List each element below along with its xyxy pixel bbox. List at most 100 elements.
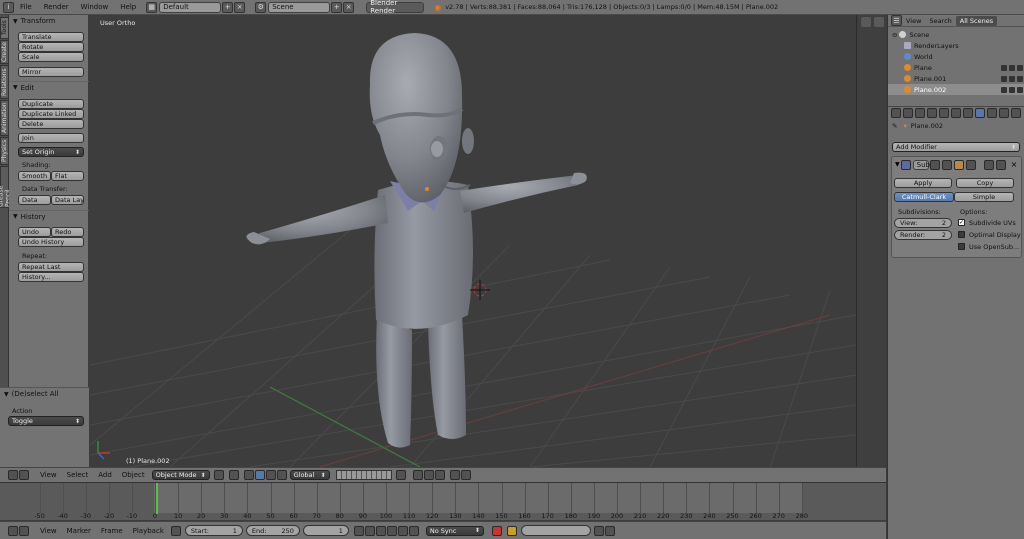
manipulator-icon[interactable] <box>243 470 254 480</box>
outliner-item-plane-002[interactable]: Plane.002 <box>888 84 1024 95</box>
apply-button[interactable]: Apply <box>894 178 952 188</box>
tab-physics[interactable]: Physics <box>0 137 9 165</box>
menu-file[interactable]: File <box>14 3 38 11</box>
join-button[interactable]: Join <box>18 133 84 143</box>
tab-tools[interactable]: Tools <box>0 17 9 39</box>
visibility-icons[interactable] <box>1001 75 1023 82</box>
screen-layout-field[interactable]: Default <box>159 1 222 13</box>
insert-keyframe-icon[interactable] <box>593 525 604 536</box>
outliner-item-world[interactable]: World <box>888 51 1024 62</box>
end-frame-field[interactable]: End: 250 <box>245 525 300 536</box>
redo-button[interactable]: Redo <box>51 227 84 237</box>
history-panel-header[interactable]: ▼ History <box>9 210 89 222</box>
outliner-item-renderlayers[interactable]: RenderLayers <box>888 40 1024 51</box>
start-frame-field[interactable]: Start: 1 <box>184 525 243 536</box>
move-down-icon[interactable] <box>995 159 1006 170</box>
outliner-editor-icon[interactable]: ☰ <box>891 15 902 26</box>
mirror-button[interactable]: Mirror <box>18 67 84 77</box>
outliner-item-scene[interactable]: ⊖ Scene <box>888 29 1024 40</box>
viewport-toggle-icon[interactable] <box>941 159 952 170</box>
menu-marker[interactable]: Marker <box>62 527 96 535</box>
screen-layout-icon[interactable]: ▦ <box>146 1 158 13</box>
current-frame-field[interactable]: 1 <box>302 525 349 536</box>
outliner-item-plane[interactable]: Plane <box>888 62 1024 73</box>
view-levels-field[interactable]: View: 2 <box>894 218 952 228</box>
delete-button[interactable]: Delete <box>18 119 84 129</box>
duplicate-button[interactable]: Duplicate <box>18 99 84 109</box>
copy-button[interactable]: Copy <box>956 178 1014 188</box>
catmull-clark-toggle[interactable]: Catmull-Clark <box>894 192 954 202</box>
tab-grease-pencil[interactable]: Grease Pencil <box>0 166 12 208</box>
pin-icon[interactable]: ✎ <box>892 122 897 130</box>
translate-button[interactable]: Translate <box>18 32 84 42</box>
scale-button[interactable]: Scale <box>18 52 84 62</box>
preview-range-icon[interactable] <box>170 525 181 536</box>
menu-playback[interactable]: Playback <box>128 527 169 535</box>
transform-panel-header[interactable]: ▼ Transform <box>9 15 89 27</box>
rotate-button[interactable]: Rotate <box>18 42 84 52</box>
timeline-region[interactable]: -50 -40 -30 -20 -10 0 10 20 30 40 50 60 70 80 90 100 110… <box>0 482 886 520</box>
add-scene-icon[interactable]: + <box>331 1 343 13</box>
keying-set-field[interactable] <box>520 525 591 536</box>
menu-window[interactable]: Window <box>75 3 115 11</box>
undo-button[interactable]: Undo <box>18 227 51 237</box>
object-tab-icon[interactable] <box>951 108 961 118</box>
translate-manipulator-icon[interactable] <box>254 470 265 480</box>
jump-keyframe-back-icon[interactable] <box>364 525 375 536</box>
edit-panel-header[interactable]: ▼ Edit <box>9 81 89 93</box>
opengl-render-icon[interactable] <box>449 470 460 480</box>
menu-view[interactable]: View <box>35 527 62 535</box>
smooth-button[interactable]: Smooth <box>18 171 51 181</box>
modifier-name-field[interactable]: Sub <box>912 159 930 170</box>
render-tab-icon[interactable] <box>903 108 913 118</box>
outliner-tab-search[interactable]: Search <box>925 17 955 25</box>
optimal-display-checkbox[interactable] <box>958 231 965 238</box>
repeat-last-button[interactable]: Repeat Last <box>18 262 84 272</box>
simple-toggle[interactable]: Simple <box>954 192 1014 202</box>
proportional-edit-icon[interactable] <box>412 470 423 480</box>
menu-frame[interactable]: Frame <box>96 527 128 535</box>
properties-editor-icon[interactable] <box>891 108 901 118</box>
3d-viewport[interactable]: User Ortho (1) Plane.002 <box>90 15 856 467</box>
remove-scene-icon[interactable]: × <box>343 1 355 13</box>
editor-type-icon[interactable]: i <box>3 1 14 13</box>
jump-end-icon[interactable] <box>408 525 419 536</box>
orientation-dropdown[interactable]: Global <box>289 470 330 480</box>
world-tab-icon[interactable] <box>939 108 949 118</box>
editor-type-icon[interactable] <box>8 470 18 480</box>
undo-history-button[interactable]: Undo History <box>18 237 84 247</box>
scale-manipulator-icon[interactable] <box>276 470 287 480</box>
duplicate-linked-button[interactable]: Duplicate Linked <box>18 109 84 119</box>
playhead[interactable] <box>156 483 159 514</box>
texture-tab-icon[interactable] <box>1011 108 1021 118</box>
collapse-triangle-icon[interactable]: ▼ <box>895 161 900 168</box>
pivot-icon[interactable] <box>228 470 239 480</box>
visibility-icons[interactable] <box>1001 86 1023 93</box>
sync-dropdown[interactable]: No Sync <box>425 525 484 536</box>
rotate-manipulator-icon[interactable] <box>265 470 276 480</box>
render-engine-select[interactable]: Blender Render <box>366 0 425 15</box>
jump-keyframe-forward-icon[interactable] <box>397 525 408 536</box>
scene-field[interactable]: Scene <box>268 1 331 13</box>
opengl-anim-icon[interactable] <box>460 470 471 480</box>
operator-panel-header[interactable]: ▼ (De)select All <box>0 388 89 400</box>
delete-keyframe-icon[interactable] <box>604 525 615 536</box>
menu-render[interactable]: Render <box>38 3 75 11</box>
play-icon[interactable] <box>386 525 397 536</box>
data-tab-icon[interactable] <box>987 108 997 118</box>
material-tab-icon[interactable] <box>999 108 1009 118</box>
remove-screen-icon[interactable]: × <box>234 1 246 13</box>
record-icon[interactable] <box>491 525 502 536</box>
add-modifier-dropdown[interactable]: Add Modifier <box>892 142 1020 152</box>
menu-select[interactable]: Select <box>62 471 94 479</box>
flat-button[interactable]: Flat <box>51 171 84 181</box>
tab-relations[interactable]: Relations <box>0 65 9 99</box>
menu-object[interactable]: Object <box>117 471 150 479</box>
tab-animation[interactable]: Animation <box>0 100 9 136</box>
expand-icon[interactable]: ⊖ <box>892 31 897 39</box>
editor-type-icon[interactable] <box>8 525 18 536</box>
lock-layer-icon[interactable] <box>395 470 406 480</box>
play-reverse-icon[interactable] <box>375 525 386 536</box>
menu-collapse-icon[interactable] <box>19 470 29 480</box>
subdivide-uvs-checkbox[interactable]: ✓ <box>958 219 965 226</box>
